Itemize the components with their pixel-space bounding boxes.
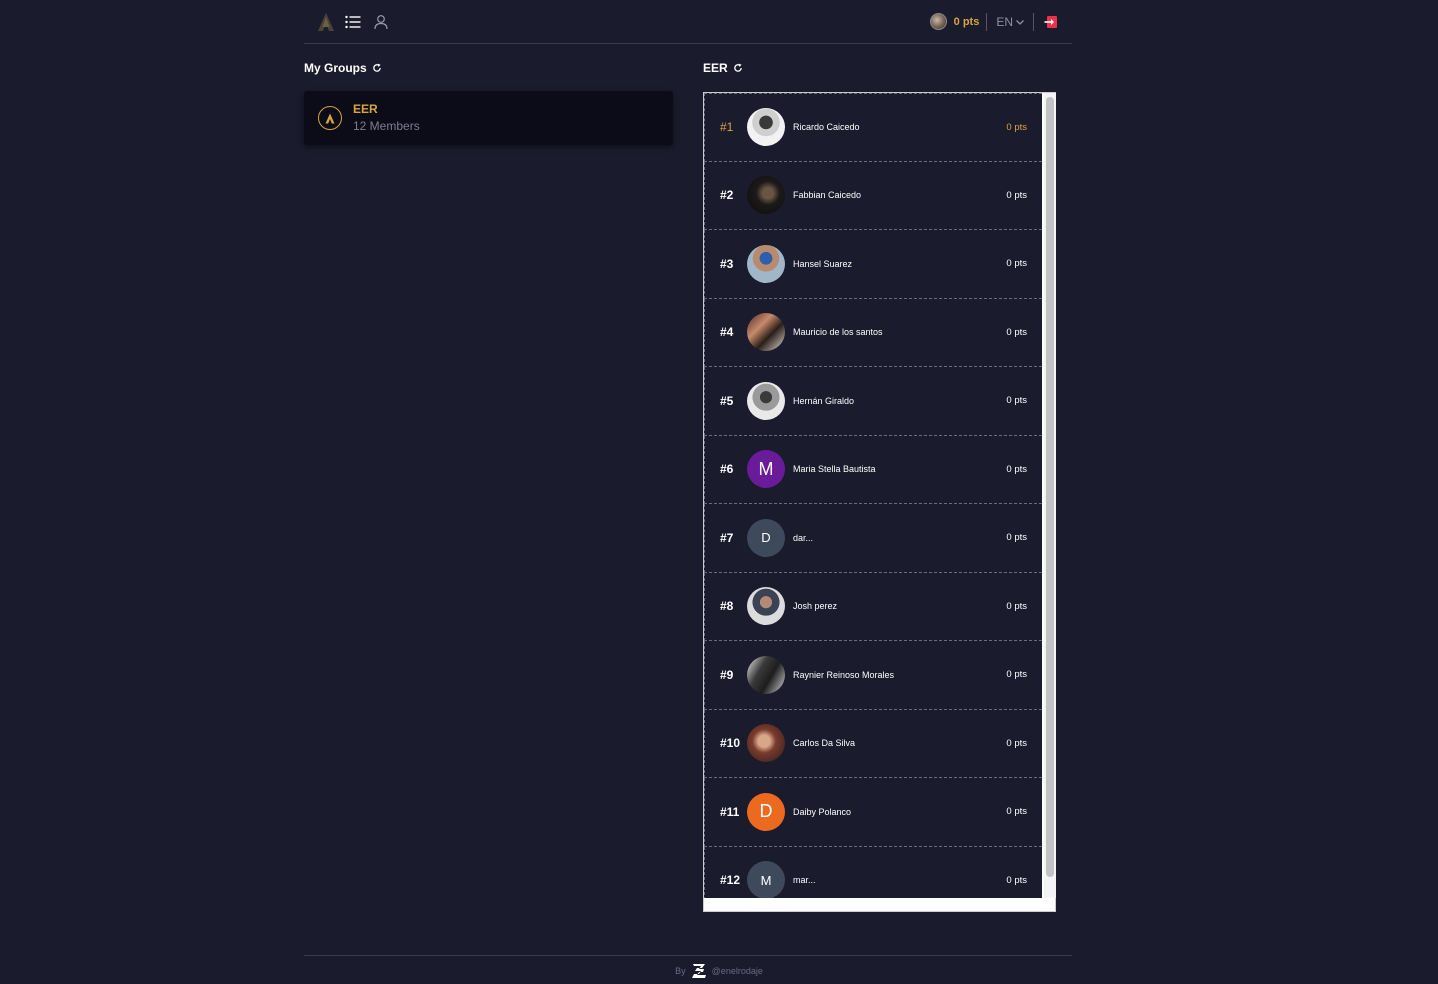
user-name: Daiby Polanco <box>793 806 852 817</box>
avatar-initial: D <box>747 518 785 557</box>
user-name: Mauricio de los santos <box>793 327 883 338</box>
rank: #1 <box>720 120 734 135</box>
user-points: 0 pts <box>1006 189 1027 201</box>
user-points: 0 pts <box>1006 395 1027 407</box>
leaderboard-row[interactable]: #11 D Daiby Polanco 0 pts <box>704 778 1042 847</box>
leaderboard-row[interactable]: #5 Hernán Giraldo 0 pts <box>704 367 1042 436</box>
my-groups-header: My Groups <box>304 61 382 75</box>
avatar <box>747 724 785 763</box>
avatar <box>747 176 785 215</box>
user-points: 0 pts <box>1006 669 1027 681</box>
user-name: Maria Stella Bautista <box>793 464 876 475</box>
top-navigation-bar: 0 pts EN <box>304 0 1072 44</box>
avatar <box>747 313 785 352</box>
app-logo-icon[interactable] <box>318 12 334 31</box>
leaderboard-row[interactable]: #6 M Maria Stella Bautista 0 pts <box>704 435 1042 504</box>
my-groups-title: My Groups <box>304 61 367 75</box>
user-points: 0 pts <box>1006 326 1027 338</box>
enelrodaje-logo-icon <box>691 964 706 978</box>
group-name: EER <box>353 101 378 116</box>
leaderboard-row[interactable]: #4 Mauricio de los santos 0 pts <box>704 298 1042 367</box>
user-points: 0 pts <box>1006 532 1027 544</box>
footer-by: By <box>675 966 686 976</box>
group-logo-icon <box>318 106 342 130</box>
user-name: Carlos Da Silva <box>793 738 856 749</box>
avatar-initial: D <box>747 792 785 831</box>
user-points: 0 pts <box>1006 806 1027 818</box>
divider <box>1033 12 1034 31</box>
leaderboard-list[interactable]: #1 Ricardo Caicedo 0 pts #2 Fabbian Caic… <box>704 93 1042 898</box>
user-points: 0 pts <box>1006 463 1027 475</box>
footer-handle[interactable]: @enelrodaje <box>712 966 763 976</box>
rank: #10 <box>720 736 741 751</box>
avatar <box>747 587 785 626</box>
group-member-count: 12 Members <box>353 118 420 133</box>
user-points: 0 pts <box>1006 600 1027 612</box>
rank: #12 <box>720 873 741 888</box>
avatar <box>747 381 785 420</box>
user-name: Hansel Suarez <box>793 258 853 269</box>
leaderboard-panel: #1 Ricardo Caicedo 0 pts #2 Fabbian Caic… <box>703 92 1056 912</box>
group-card[interactable]: EER 12 Members <box>304 91 673 145</box>
refresh-icon[interactable] <box>733 63 743 73</box>
avatar <box>747 655 785 694</box>
logout-icon[interactable] <box>1044 15 1058 29</box>
footer: By @enelrodaje <box>0 963 1438 979</box>
user-name: Fabbian Caicedo <box>793 190 862 201</box>
user-name: dar... <box>793 532 814 543</box>
rank: #6 <box>720 462 734 477</box>
leaderboard-row[interactable]: #2 Fabbian Caicedo 0 pts <box>704 161 1042 230</box>
user-points: 0 pts <box>1006 121 1027 133</box>
leaderboard-row[interactable]: #10 Carlos Da Silva 0 pts <box>704 709 1042 778</box>
chevron-down-icon <box>1016 19 1024 25</box>
user-points: 0 pts <box>1006 258 1027 270</box>
user-name: Hernán Giraldo <box>793 395 855 406</box>
avatar <box>747 108 785 147</box>
footer-divider <box>304 955 1072 956</box>
rank: #11 <box>720 804 740 819</box>
user-name: Raynier Reinoso Morales <box>793 669 895 680</box>
user-name: Josh perez <box>793 601 838 612</box>
rank: #9 <box>720 667 734 682</box>
avatar-initial: M <box>747 861 785 898</box>
avatar <box>747 244 785 283</box>
user-name: mar... <box>793 875 816 886</box>
leaderboard-row[interactable]: #1 Ricardo Caicedo 0 pts <box>704 93 1042 162</box>
rank: #3 <box>720 256 734 271</box>
leaderboard-row[interactable]: #9 Raynier Reinoso Morales 0 pts <box>704 641 1042 710</box>
user-profile-icon[interactable] <box>372 13 390 31</box>
user-name: Ricardo Caicedo <box>793 122 860 133</box>
rank: #7 <box>720 530 734 545</box>
divider <box>986 12 988 31</box>
user-points: 0 pts <box>953 15 980 28</box>
rank: #8 <box>720 599 734 614</box>
leaderboard-row[interactable]: #7 D dar... 0 pts <box>704 504 1042 573</box>
language-selector[interactable]: EN <box>996 15 1025 29</box>
rank: #5 <box>720 393 734 408</box>
rank: #4 <box>720 325 734 340</box>
current-user-avatar[interactable] <box>929 13 947 30</box>
refresh-icon[interactable] <box>372 63 382 73</box>
leaderboard-header: EER <box>703 61 743 75</box>
rank: #2 <box>720 188 734 203</box>
leaderboard-row[interactable]: #3 Hansel Suarez 0 pts <box>704 230 1042 299</box>
leaderboard-row[interactable]: #12 M mar... 0 pts <box>704 846 1042 898</box>
language-label: EN <box>996 14 1013 29</box>
list-icon[interactable] <box>344 13 362 31</box>
avatar-initial: M <box>747 450 785 489</box>
user-points: 0 pts <box>1006 874 1027 886</box>
leaderboard-scrollbar[interactable] <box>1044 93 1056 898</box>
user-points: 0 pts <box>1006 737 1027 749</box>
leaderboard-row[interactable]: #8 Josh perez 0 pts <box>704 572 1042 641</box>
scrollbar-thumb[interactable] <box>1046 97 1054 877</box>
leaderboard-title: EER <box>703 61 728 75</box>
